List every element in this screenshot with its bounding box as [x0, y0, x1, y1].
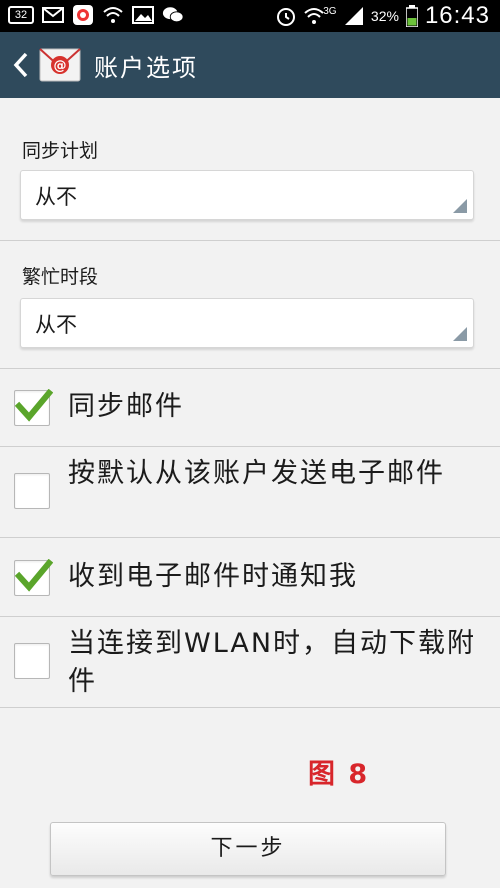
sync-schedule-dropdown[interactable]: 从不 — [20, 170, 474, 220]
mail-icon — [42, 4, 64, 26]
svg-text:@: @ — [54, 59, 67, 74]
action-bar: @ 账户选项 — [0, 32, 500, 98]
app-store-icon — [72, 4, 94, 26]
signal-icon — [343, 5, 365, 27]
wifi-signal-icon: 3G — [303, 5, 337, 27]
next-button[interactable]: 下一步 — [50, 822, 446, 876]
page-title: 账户选项 — [94, 53, 198, 82]
checkbox-row-notify[interactable]: 收到电子邮件时通知我 — [0, 538, 500, 616]
divider — [0, 240, 500, 241]
checkbox[interactable] — [14, 473, 50, 509]
checkbox-row-default-account[interactable]: 按默认从该账户发送电子邮件 — [0, 447, 500, 537]
divider — [0, 707, 500, 708]
battery-icon — [405, 5, 419, 27]
checkbox[interactable] — [14, 559, 53, 596]
status-bar: 32 3G 32% 16:43 — [0, 0, 500, 32]
battery-percent: 32% — [370, 8, 399, 24]
email-app-icon[interactable]: @ — [38, 45, 82, 85]
alarm-icon — [275, 5, 297, 27]
peak-schedule-value: 从不 — [35, 313, 77, 337]
notification-count-icon: 32 — [8, 6, 34, 24]
checkbox-row-sync-email[interactable]: 同步邮件 — [0, 370, 500, 446]
dropdown-arrow-icon — [453, 199, 467, 213]
dropdown-arrow-icon — [453, 327, 467, 341]
wifi-icon — [102, 4, 124, 26]
checkbox[interactable] — [14, 389, 53, 426]
checkbox-label: 按默认从该账户发送电子邮件 — [68, 458, 445, 489]
checkbox-label: 同步邮件 — [68, 391, 184, 422]
checkbox-label: 当连接到WLAN时，自动下载附件 — [68, 628, 477, 697]
checkbox-label: 收到电子邮件时通知我 — [68, 561, 358, 592]
peak-schedule-label: 繁忙时段 — [22, 266, 99, 288]
wechat-icon — [162, 4, 184, 26]
figure-caption: 图 8 — [308, 759, 370, 790]
divider — [0, 368, 500, 369]
checkbox[interactable] — [14, 643, 50, 679]
sync-schedule-label: 同步计划 — [22, 140, 99, 162]
clock: 16:43 — [424, 2, 490, 29]
checkbox-row-auto-download[interactable]: 当连接到WLAN时，自动下载附件 — [0, 617, 500, 707]
peak-schedule-dropdown[interactable]: 从不 — [20, 298, 474, 348]
sync-schedule-value: 从不 — [35, 185, 77, 209]
gallery-icon — [132, 4, 154, 26]
chevron-left-icon[interactable] — [8, 45, 34, 85]
